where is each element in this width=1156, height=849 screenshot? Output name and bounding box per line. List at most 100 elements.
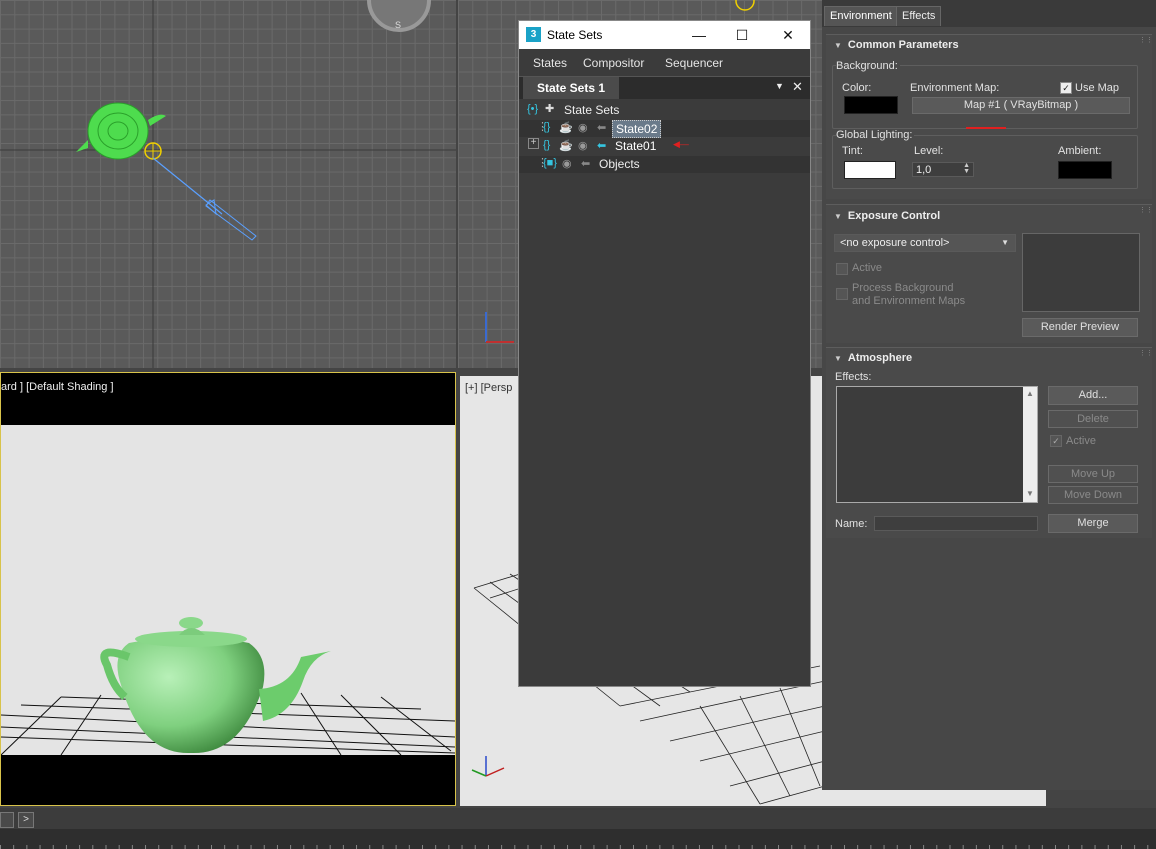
drag-grip-icon[interactable]: ⋮⋮: [1139, 37, 1153, 46]
camera-viewport-label[interactable]: ard ] [Default Shading ]: [1, 381, 114, 393]
effects-list[interactable]: ▲ ▼: [836, 386, 1038, 503]
record-icon[interactable]: ◉: [578, 139, 588, 152]
top-viewport-scene: S: [0, 0, 456, 368]
environment-map-label: Environment Map:: [910, 82, 1000, 94]
ambient-color-swatch[interactable]: [1058, 161, 1112, 179]
tree-label-state01[interactable]: State01: [615, 139, 656, 153]
atmosphere-active-checkbox[interactable]: ✓: [1050, 435, 1062, 447]
rollout-header-exposure[interactable]: ▼ Exposure Control: [834, 210, 940, 222]
record-icon[interactable]: ◉: [578, 121, 588, 134]
render-teapot-icon[interactable]: ☕: [559, 139, 573, 152]
app-logo-icon: 3: [526, 27, 541, 42]
collapse-triangle-icon: ▼: [834, 41, 842, 50]
tint-color-swatch[interactable]: [844, 161, 896, 179]
exposure-active-checkbox[interactable]: [836, 263, 848, 275]
state-icon: {}: [543, 139, 551, 151]
menu-sequencer[interactable]: Sequencer: [665, 56, 723, 70]
global-lighting-label: Global Lighting:: [836, 129, 915, 141]
common-title: Common Parameters: [847, 39, 959, 51]
scroll-down-icon[interactable]: ▼: [1026, 489, 1034, 498]
window-title: State Sets: [547, 28, 603, 42]
gizmo-icon: ✚: [545, 103, 555, 115]
state-sets-window[interactable]: 3 State Sets — ☐ ✕ States Compositor Seq…: [518, 20, 811, 687]
tree-row-root[interactable]: {•} ✚ State Sets: [519, 102, 810, 119]
render-teapot-icon[interactable]: ☕: [559, 121, 573, 134]
top-viewport[interactable]: S: [0, 0, 456, 368]
tint-label: Tint:: [842, 145, 863, 157]
delete-effect-button[interactable]: Delete: [1048, 410, 1138, 428]
collapse-triangle-icon: ▼: [834, 212, 842, 221]
tab-effects[interactable]: Effects: [896, 6, 942, 26]
add-effect-button[interactable]: Add...: [1048, 386, 1138, 405]
objects-icon: {■}: [543, 157, 557, 169]
effects-scrollbar[interactable]: ▲ ▼: [1023, 387, 1037, 502]
tree-label-objects: Objects: [599, 157, 640, 171]
svg-text:S: S: [395, 20, 401, 30]
close-button[interactable]: ✕: [773, 24, 803, 46]
tree-row-state02[interactable]: ⋮ {} ☕ ◉ ⬅ State02: [519, 120, 810, 138]
tab-state-sets-1[interactable]: State Sets 1: [523, 77, 619, 99]
rollout-exposure-control: ▼ Exposure Control ⋮⋮ <no exposure contro…: [826, 204, 1153, 343]
color-label: Color:: [842, 82, 872, 94]
atmosphere-active-label: Active: [1066, 435, 1096, 447]
chevron-down-icon: ▼: [1001, 238, 1009, 247]
timeline-ruler[interactable]: [0, 829, 1156, 849]
maximize-button[interactable]: ☐: [727, 24, 757, 46]
timeline-next-button[interactable]: >: [18, 812, 34, 828]
ambient-label: Ambient:: [1058, 145, 1102, 157]
tree-label-state02[interactable]: State02: [612, 120, 662, 138]
rollout-header-common[interactable]: ▼ Common Parameters: [834, 39, 959, 51]
drag-grip-icon[interactable]: ⋮⋮: [1139, 350, 1153, 359]
merge-button[interactable]: Merge: [1048, 514, 1138, 533]
activate-arrow-icon[interactable]: ⬅: [597, 121, 606, 134]
menu-compositor[interactable]: Compositor: [583, 56, 644, 70]
effects-label: Effects:: [835, 371, 872, 383]
camera-viewport[interactable]: ard ] [Default Shading ]: [0, 372, 456, 806]
move-down-button[interactable]: Move Down: [1048, 486, 1138, 504]
red-arrow-marker-icon: ◀—: [673, 139, 689, 149]
process-bg-label-2: and Environment Maps: [852, 295, 966, 307]
use-map-label: Use Map: [1075, 82, 1120, 94]
level-value: 1,0: [916, 164, 932, 176]
background-color-swatch[interactable]: [844, 96, 898, 114]
scroll-up-icon[interactable]: ▲: [1026, 389, 1034, 398]
effect-name-field[interactable]: [874, 516, 1038, 531]
atmosphere-title: Atmosphere: [847, 352, 913, 364]
minimize-button[interactable]: —: [684, 24, 714, 46]
tree-label-root: State Sets: [564, 103, 620, 117]
tree-row-state01[interactable]: + {} ☕ ◉ ⬅ State01 ◀—: [519, 138, 810, 155]
menu-states[interactable]: States: [533, 56, 567, 70]
state-sets-menubar: States Compositor Sequencer: [519, 49, 810, 75]
tab-dropdown-icon[interactable]: ▼: [775, 81, 784, 91]
teapot-body: [117, 636, 265, 754]
teapot-render: [1, 617, 455, 755]
drag-grip-icon[interactable]: ⋮⋮: [1139, 207, 1153, 216]
rollout-common-parameters: ▼ Common Parameters ⋮⋮ Background: Color:…: [826, 34, 1153, 199]
expand-icon[interactable]: +: [528, 138, 539, 149]
exposure-dropdown[interactable]: <no exposure control> ▼: [834, 234, 1016, 252]
process-bg-checkbox[interactable]: [836, 288, 848, 300]
environment-map-button[interactable]: Map #1 ( VRayBitmap ): [912, 97, 1130, 114]
state-icon: {}: [543, 121, 551, 133]
state-sets-titlebar[interactable]: 3 State Sets — ☐ ✕: [519, 21, 810, 49]
move-up-button[interactable]: Move Up: [1048, 465, 1138, 483]
activate-arrow-icon[interactable]: ⬅: [581, 157, 590, 170]
render-preview-button[interactable]: Render Preview: [1022, 318, 1138, 337]
tab-close-icon[interactable]: ✕: [792, 79, 803, 95]
name-label: Name:: [835, 518, 868, 530]
tree-row-objects[interactable]: ⋮ {■} ◉ ⬅ Objects: [519, 156, 810, 173]
level-label: Level:: [914, 145, 944, 157]
timeline-prev-button[interactable]: [0, 812, 14, 828]
level-spinner[interactable]: 1,0 ▲ ▼: [912, 162, 974, 177]
record-icon[interactable]: ◉: [562, 157, 572, 170]
active-arrow-icon[interactable]: ⬅: [597, 139, 606, 152]
rollout-header-atmosphere[interactable]: ▼ Atmosphere: [834, 352, 912, 364]
exposure-preview-area: [1022, 233, 1140, 312]
tab-environment[interactable]: Environment: [824, 6, 898, 26]
rollout-atmosphere: ▼ Atmosphere ⋮⋮ Effects: ▲ ▼ Add... Delet…: [826, 347, 1153, 538]
process-bg-label-1: Process Background: [852, 282, 954, 294]
state-sets-tabbar: State Sets 1 ▼ ✕: [519, 76, 810, 99]
use-map-checkbox[interactable]: ✓: [1060, 82, 1072, 94]
camera-render-area: [1, 425, 455, 755]
spinner-arrows-icon[interactable]: ▲ ▼: [963, 162, 970, 175]
